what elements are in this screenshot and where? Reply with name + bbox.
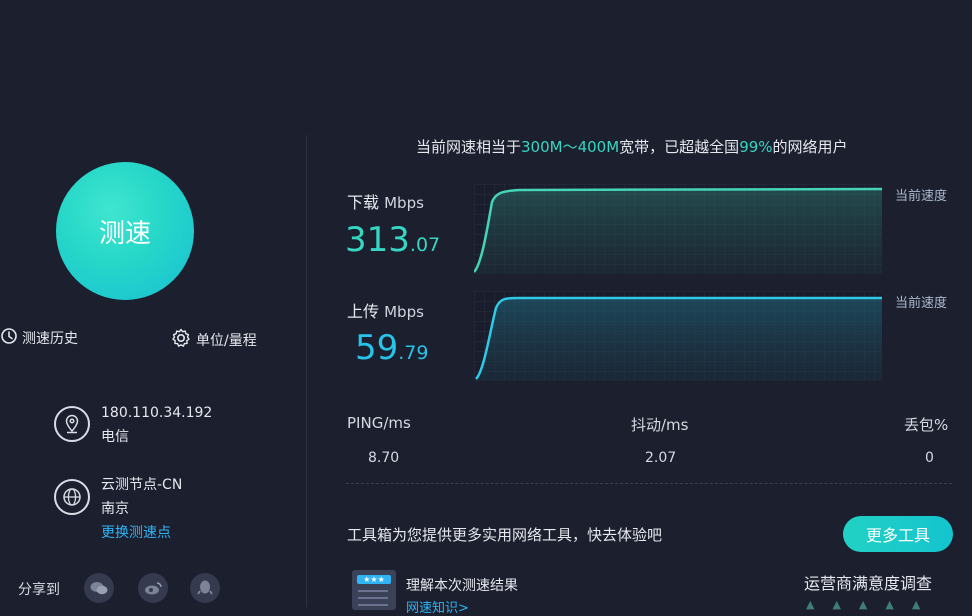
upload-label: 上传 Mbps (347, 298, 424, 322)
packet-loss-value: 0 (925, 450, 934, 466)
isp-name: 电信 (101, 429, 129, 445)
download-label: 下载 Mbps (347, 189, 424, 213)
history-icon (0, 327, 18, 349)
gear-icon (170, 327, 192, 353)
history-label: 测速历史 (22, 331, 78, 347)
upload-dec: .79 (398, 342, 429, 364)
download-label-text: 下载 (347, 193, 380, 212)
upload-chart-area (476, 298, 882, 381)
download-unit: Mbps (384, 194, 424, 212)
upload-int: 59 (355, 328, 399, 368)
more-tools-label: 更多工具 (865, 526, 930, 545)
wechat-icon[interactable] (84, 573, 114, 603)
node-name: 云测节点-CN (101, 477, 183, 493)
upload-unit: Mbps (384, 303, 424, 321)
stats-divider (346, 483, 952, 484)
panel-divider (306, 135, 307, 607)
change-node-link[interactable]: 更换测速点 (101, 521, 182, 545)
download-dec: .07 (409, 234, 441, 256)
jitter-label: 抖动/ms (631, 416, 689, 434)
headline-mid: 宽带，已超越全国 (619, 138, 740, 156)
more-tools-button[interactable]: 更多工具 (843, 516, 953, 552)
unit-range-link[interactable]: 单位/量程 (170, 327, 257, 353)
node-city: 南京 (101, 501, 129, 517)
ip-info: 180.110.34.192 电信 (101, 401, 212, 449)
location-pin-icon (54, 406, 90, 442)
upload-label-text: 上传 (347, 302, 380, 321)
history-link[interactable]: 测速历史 (0, 327, 78, 349)
isp-survey-title[interactable]: 运营商满意度调查 (804, 570, 932, 594)
upload-current-marker: 当前速度 (895, 296, 948, 311)
globe-icon (54, 479, 90, 515)
ip-address: 180.110.34.192 (101, 405, 213, 421)
node-info: 云测节点-CN 南京 更换测速点 (101, 473, 182, 545)
download-current-marker: 当前速度 (895, 189, 948, 204)
headline-suffix: 的网络用户 (772, 138, 848, 156)
ping-label: PING/ms (347, 414, 411, 432)
ping-value: 8.70 (368, 450, 400, 466)
unit-range-label: 单位/量程 (196, 333, 257, 349)
start-speedtest-button[interactable]: 测速 (56, 162, 194, 300)
packet-loss-label: 丢包% (904, 416, 949, 434)
upload-chart (474, 291, 882, 381)
weibo-icon[interactable] (138, 573, 168, 603)
download-chart (474, 184, 882, 274)
speedtest-label: 测速 (98, 218, 151, 249)
download-speed-value: 313.07 (345, 220, 440, 260)
qq-icon[interactable] (190, 573, 220, 603)
tools-promo-text: 工具箱为您提供更多实用网络工具，快去体验吧 (347, 526, 663, 544)
headline-percent: 99% (739, 138, 773, 156)
speed-summary-headline: 当前网速相当于300M～400M宽带，已超越全国99%的网络用户 (416, 136, 848, 157)
survey-stars[interactable]: ▲▲▲▲▲ (806, 598, 938, 611)
report-card-icon: ★★★ (352, 570, 396, 610)
report-card-title[interactable]: 理解本次测速结果 (406, 575, 518, 595)
jitter-value: 2.07 (645, 450, 677, 466)
download-int: 313 (345, 220, 410, 260)
headline-prefix: 当前网速相当于 (416, 138, 522, 156)
download-chart-area (474, 189, 882, 274)
headline-range: 300M～400M (521, 138, 620, 156)
upload-speed-value: 59.79 (355, 328, 428, 368)
share-label: 分享到 (18, 582, 60, 598)
